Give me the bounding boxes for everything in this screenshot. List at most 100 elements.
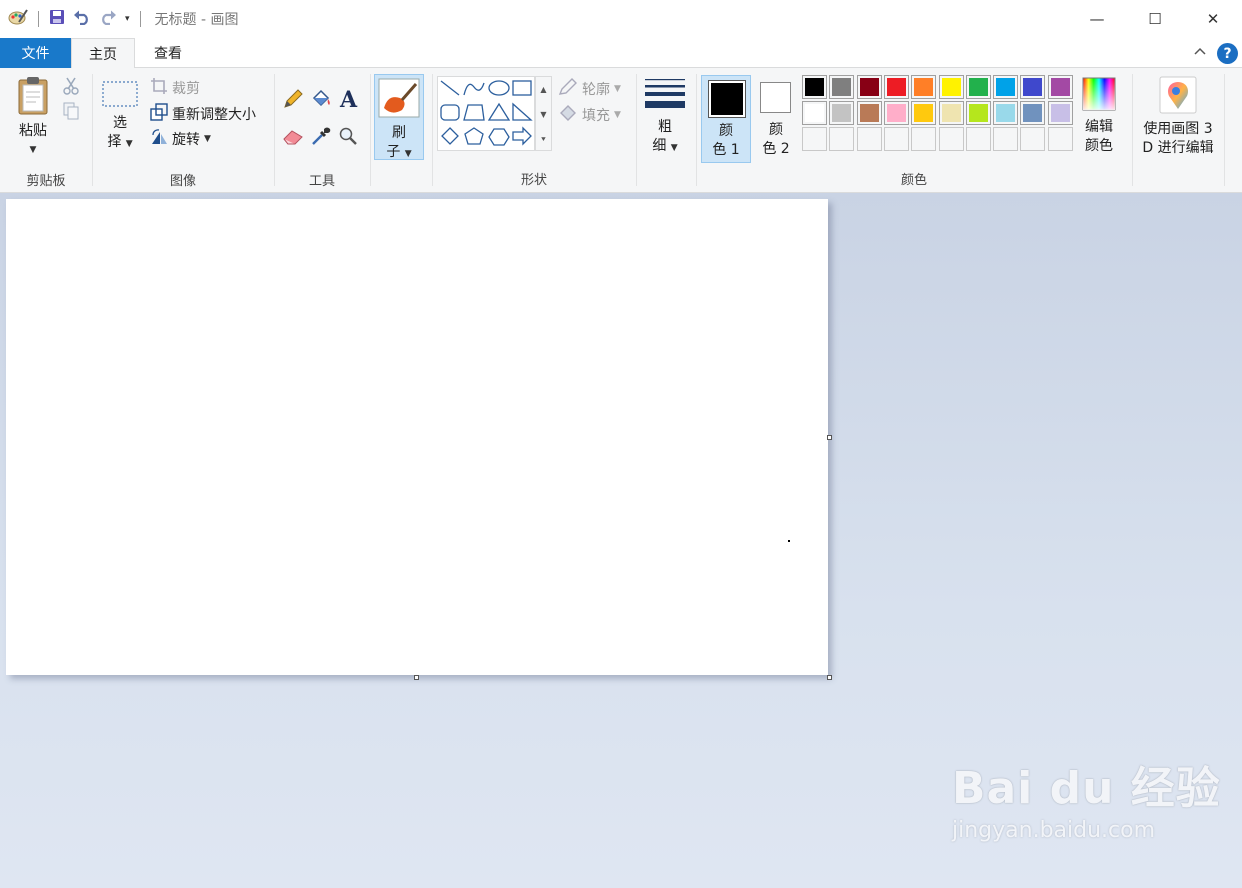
- select-button[interactable]: 选 择 ▼: [100, 80, 140, 154]
- fill-button[interactable]: 填充 ▼: [558, 104, 621, 126]
- paste-dropdown-caret-icon[interactable]: ▼: [12, 141, 54, 160]
- paint3d-icon: [1159, 76, 1197, 120]
- resize-handle-right[interactable]: [827, 435, 832, 440]
- pencil-icon[interactable]: [282, 88, 304, 114]
- collapse-ribbon-chevron-up-icon[interactable]: [1194, 44, 1206, 59]
- text-tool-icon[interactable]: A: [338, 87, 360, 115]
- palette-swatch[interactable]: [883, 75, 909, 99]
- crop-label: 裁剪: [172, 81, 200, 97]
- customize-qat-caret-icon[interactable]: ▾: [125, 14, 130, 24]
- canvas-workspace[interactable]: Bai du 经验 jingyan.baidu.com: [0, 193, 1242, 888]
- save-icon[interactable]: [49, 9, 65, 29]
- custom-color-slot[interactable]: [911, 127, 937, 151]
- size-button[interactable]: 粗 细 ▼: [640, 78, 690, 158]
- hexagon-shape-icon: [488, 128, 510, 146]
- palette-swatch[interactable]: [1047, 101, 1073, 125]
- swatch-fill: [859, 78, 879, 96]
- palette-swatch[interactable]: [993, 101, 1019, 125]
- eraser-icon[interactable]: [282, 126, 304, 150]
- close-button[interactable]: ✕: [1184, 0, 1242, 38]
- brushes-dropdown-caret-icon[interactable]: ▼: [405, 149, 412, 159]
- baidu-jingyan-watermark: Bai du 经验 jingyan.baidu.com: [952, 752, 1221, 843]
- minimize-button[interactable]: —: [1068, 0, 1126, 38]
- palette-swatch[interactable]: [1047, 75, 1073, 99]
- select-dropdown-caret-icon[interactable]: ▼: [126, 139, 133, 149]
- tab-view[interactable]: 查看: [135, 38, 201, 68]
- palette-swatch[interactable]: [856, 101, 882, 125]
- resize-label: 重新调整大小: [172, 107, 256, 123]
- curve-shape-icon: [463, 82, 485, 96]
- palette-swatch[interactable]: [802, 101, 827, 125]
- maximize-button[interactable]: ☐: [1126, 0, 1184, 38]
- fill-bucket-icon[interactable]: [310, 88, 332, 114]
- palette-swatch[interactable]: [883, 101, 909, 125]
- edit-with-paint3d-button[interactable]: 使用画图 3 D 进行编辑: [1136, 76, 1220, 158]
- copy-icon[interactable]: [63, 102, 79, 124]
- custom-color-slot[interactable]: [993, 127, 1019, 151]
- color2-button[interactable]: 颜 色 2: [752, 75, 800, 163]
- palette-swatch[interactable]: [965, 75, 991, 99]
- rotate-button[interactable]: 旋转 ▼: [150, 128, 211, 150]
- outline-dropdown-caret-icon[interactable]: ▼: [614, 84, 621, 94]
- palette-swatch[interactable]: [1020, 75, 1046, 99]
- swatch-fill: [886, 104, 906, 122]
- palette-swatch[interactable]: [1020, 101, 1046, 125]
- qat-separator: [38, 11, 39, 27]
- undo-icon[interactable]: [73, 9, 91, 29]
- paint-app-icon[interactable]: [8, 8, 28, 30]
- palette-swatch[interactable]: [911, 101, 937, 125]
- help-button[interactable]: ?: [1217, 43, 1238, 64]
- redo-icon[interactable]: [99, 9, 117, 29]
- tab-home[interactable]: 主页: [71, 38, 135, 69]
- crop-button[interactable]: 裁剪: [150, 77, 200, 99]
- palette-swatch[interactable]: [829, 101, 855, 125]
- group-divider: [1132, 74, 1133, 186]
- custom-color-slot[interactable]: [829, 127, 855, 151]
- rotate-dropdown-caret-icon[interactable]: ▼: [204, 134, 211, 144]
- fill-dropdown-caret-icon[interactable]: ▼: [614, 110, 621, 120]
- custom-color-slot[interactable]: [883, 127, 909, 151]
- resize-button[interactable]: 重新调整大小: [150, 103, 256, 125]
- gallery-scroll-up-icon[interactable]: ▲: [536, 77, 551, 102]
- swatch-fill: [1050, 78, 1070, 96]
- resize-handle-bottom[interactable]: [414, 675, 419, 680]
- shapes-gallery-scrollbar[interactable]: ▲ ▼ ⯆: [535, 76, 552, 151]
- palette-swatch[interactable]: [802, 75, 827, 99]
- palette-swatch[interactable]: [856, 75, 882, 99]
- size-dropdown-caret-icon[interactable]: ▼: [671, 143, 678, 153]
- edit-colors-button[interactable]: 编辑 颜色: [1077, 76, 1121, 156]
- custom-color-slot[interactable]: [965, 127, 991, 151]
- resize-handle-corner[interactable]: [827, 675, 832, 680]
- color-picker-eyedropper-icon[interactable]: [310, 125, 332, 151]
- custom-color-slot[interactable]: [938, 127, 964, 151]
- palette-swatch[interactable]: [938, 101, 964, 125]
- palette-swatch[interactable]: [829, 75, 855, 99]
- custom-color-slot[interactable]: [1020, 127, 1046, 151]
- cut-scissors-icon[interactable]: [63, 77, 79, 99]
- gallery-expand-icon[interactable]: ⯆: [536, 127, 551, 152]
- palette-swatch[interactable]: [965, 101, 991, 125]
- palette-swatch[interactable]: [938, 75, 964, 99]
- color2-swatch: [760, 82, 791, 113]
- paste-button[interactable]: 粘贴 ▼: [12, 76, 54, 160]
- palette-swatch[interactable]: [993, 75, 1019, 99]
- tab-file[interactable]: 文件: [0, 38, 71, 68]
- svg-text:A: A: [339, 87, 358, 111]
- custom-color-slot[interactable]: [856, 127, 882, 151]
- brushes-button[interactable]: 刷 子 ▼: [374, 74, 424, 160]
- edit-colors-label-line1: 编辑: [1085, 119, 1113, 135]
- palette-swatch[interactable]: [911, 75, 937, 99]
- swatch-fill: [914, 78, 934, 96]
- outline-button[interactable]: 轮廓 ▼: [558, 78, 621, 100]
- custom-color-slot[interactable]: [802, 127, 827, 151]
- gallery-scroll-down-icon[interactable]: ▼: [536, 102, 551, 127]
- brush-icon: [378, 78, 420, 124]
- right-triangle-shape-icon: [512, 102, 533, 121]
- image-group-label: 图像: [169, 174, 196, 189]
- diamond-shape-icon: [441, 127, 459, 145]
- magnifier-icon[interactable]: [338, 126, 358, 150]
- drawing-canvas[interactable]: [6, 199, 828, 675]
- color1-button[interactable]: 颜 色 1: [701, 75, 751, 163]
- custom-color-slot[interactable]: [1047, 127, 1073, 151]
- swatch-fill: [968, 104, 988, 122]
